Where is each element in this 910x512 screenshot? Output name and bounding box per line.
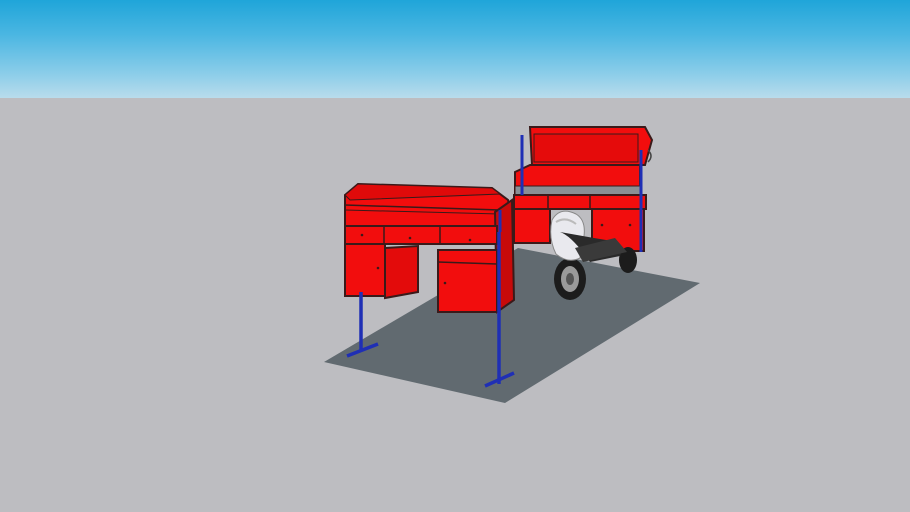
right-cabinet-left <box>513 208 551 244</box>
sketchup-scene[interactable] <box>0 0 910 512</box>
right-drawer-row <box>513 194 647 210</box>
left-cabinet-right <box>437 249 498 313</box>
right-worktop <box>514 185 641 196</box>
right-lid-inner <box>533 133 639 163</box>
model-viewport[interactable] <box>0 0 910 512</box>
left-cabinet-left <box>344 243 386 297</box>
left-drawer-row <box>344 225 498 245</box>
